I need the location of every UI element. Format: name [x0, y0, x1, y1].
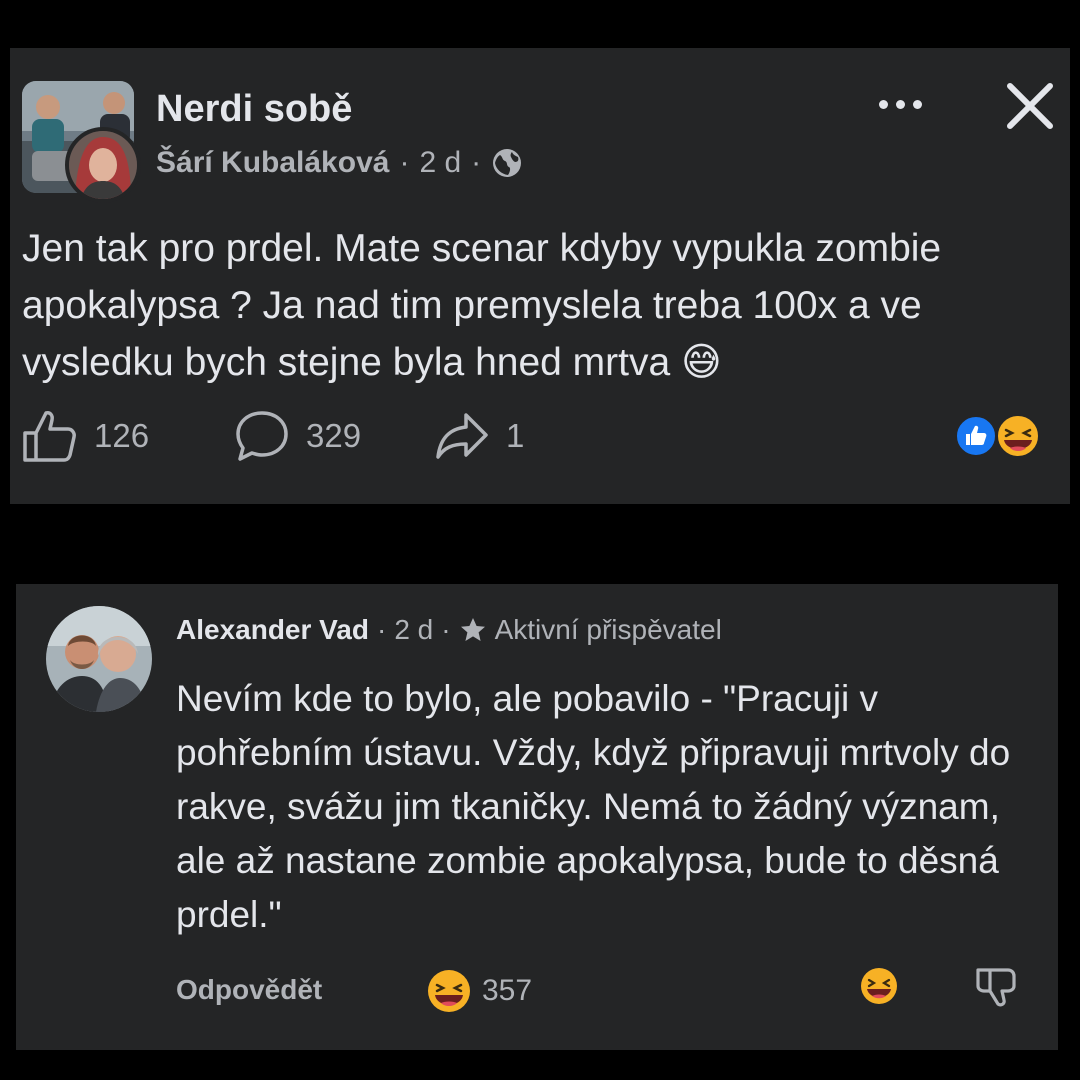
- post-time[interactable]: 2 d: [419, 146, 461, 180]
- globe-icon: [491, 147, 523, 179]
- comment-reactions[interactable]: 357: [426, 968, 532, 1014]
- haha-reaction-icon: [428, 970, 470, 1012]
- share-button[interactable]: 1: [434, 408, 524, 464]
- meta-separator: ·: [471, 146, 482, 179]
- comment-icon: [236, 411, 288, 461]
- star-icon: [459, 616, 487, 644]
- share-count: 1: [506, 417, 525, 454]
- more-options-button[interactable]: [868, 84, 932, 124]
- comment-card: Alexander Vad · 2 d · Aktivní přispěvate…: [16, 584, 1058, 1050]
- dislike-button[interactable]: [974, 964, 1018, 1008]
- reaction-summary[interactable]: [954, 412, 1044, 460]
- group-name[interactable]: Nerdi sobě: [156, 88, 352, 131]
- dot-icon: [912, 99, 922, 109]
- like-reaction-icon: [955, 415, 997, 457]
- dot-icon: [895, 99, 905, 109]
- like-button[interactable]: 126: [22, 408, 149, 464]
- thumbs-down-icon: [976, 968, 1016, 1007]
- close-button[interactable]: [1000, 76, 1060, 136]
- commenter-name[interactable]: Alexander Vad: [176, 614, 369, 646]
- post-author[interactable]: Šárí Kubaláková: [156, 146, 389, 180]
- comment-reaction-count: 357: [482, 974, 533, 1007]
- meta-separator: ·: [399, 146, 410, 179]
- close-icon: [1007, 83, 1053, 129]
- haha-reaction-icon: [996, 414, 1040, 458]
- post-card: Nerdi sobě Šárí Kubaláková · 2 d · Jen t…: [10, 48, 1070, 504]
- author-avatar[interactable]: [65, 127, 141, 203]
- comment-actions: Odpovědět 357: [176, 964, 1046, 1024]
- comment-time[interactable]: 2 d: [394, 614, 433, 646]
- comment-text: Nevím kde to bylo, ale pobavilo - "Pracu…: [176, 678, 1011, 935]
- dot-icon: [878, 99, 888, 109]
- comment-meta: Alexander Vad · 2 d · Aktivní přispěvate…: [176, 614, 722, 646]
- post-meta: Šárí Kubaláková · 2 d ·: [156, 146, 523, 180]
- reply-button[interactable]: Odpovědět: [176, 974, 322, 1006]
- meta-separator: ·: [441, 614, 451, 645]
- comment-button[interactable]: 329: [234, 408, 361, 464]
- share-icon: [436, 413, 488, 459]
- like-count: 126: [94, 417, 150, 454]
- comment-count: 329: [306, 417, 362, 454]
- contributor-badge: Aktivní přispěvatel: [494, 614, 722, 645]
- post-text: Jen tak pro prdel. Mate scenar kdyby vyp…: [22, 227, 942, 384]
- commenter-avatar[interactable]: [46, 606, 152, 712]
- meta-separator: ·: [376, 614, 387, 645]
- haha-emoji-icon: [861, 968, 897, 1004]
- post-stats: 126 329 1: [22, 408, 1062, 464]
- react-button[interactable]: [859, 966, 899, 1006]
- thumbs-up-icon: [23, 411, 76, 462]
